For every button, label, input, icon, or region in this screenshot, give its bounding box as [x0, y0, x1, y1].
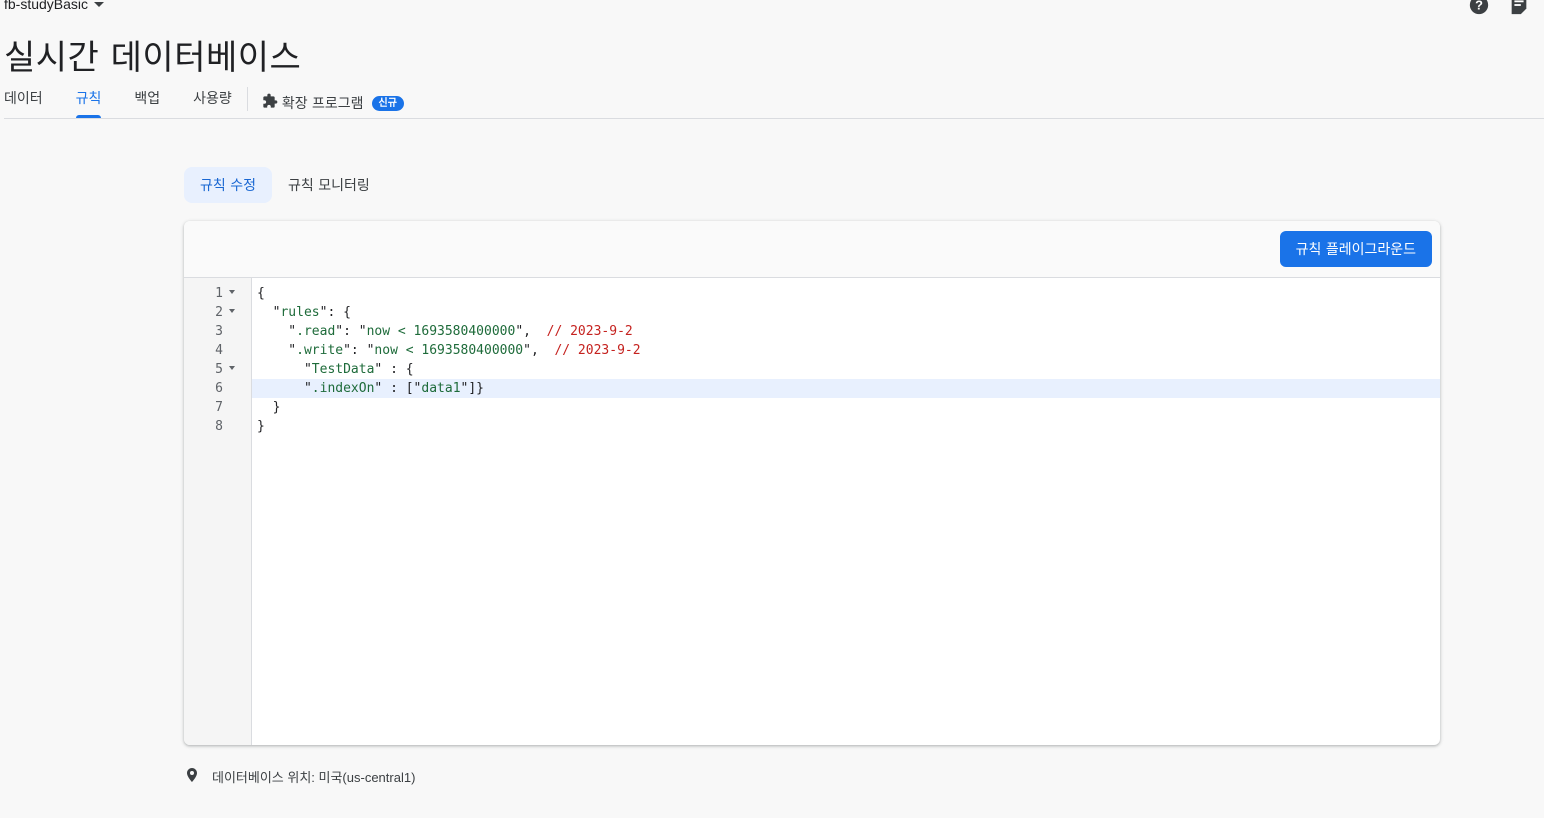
- database-location: 데이터베이스 위치: 미국(us-central1): [186, 767, 415, 786]
- tab-extensions[interactable]: 확장 프로그램 신규: [262, 80, 404, 118]
- line-number: 6: [215, 381, 223, 396]
- code-text-area[interactable]: { " rules ": { " .read ": " now < 16935804000…: [252, 278, 1440, 745]
- project-name: fb-studyBasic: [4, 0, 89, 12]
- svg-text:?: ?: [1475, 0, 1483, 13]
- code-line[interactable]: " .indexOn " : [" data1 "]}: [252, 379, 1440, 398]
- chevron-down-icon: [94, 1, 105, 7]
- line-number: 4: [215, 343, 223, 358]
- extension-icon: [262, 93, 278, 113]
- editor-toolbar: 규칙 플레이그라운드: [184, 221, 1440, 278]
- code-line[interactable]: " .read ": " now < 1693580400000 ", // 2023-…: [252, 322, 1440, 341]
- rules-editor-card: 규칙 플레이그라운드 1 2 3 4 5 6 7 8 { " rules ": { …: [184, 221, 1440, 745]
- fold-arrow-icon[interactable]: [229, 309, 235, 313]
- line-number: 1: [184, 284, 251, 303]
- line-number: 2: [184, 303, 251, 322]
- fold-arrow-icon[interactable]: [229, 366, 235, 370]
- subtab-edit-rules[interactable]: 규칙 수정: [184, 167, 272, 203]
- tab-backup[interactable]: 백업: [134, 80, 160, 118]
- main-tabs: 데이터 규칙 백업 사용량 확장 프로그램 신규: [4, 80, 1544, 119]
- line-number: 7: [215, 400, 223, 415]
- line-gutter: 1 2 3 4 5 6 7 8: [184, 278, 252, 745]
- code-line[interactable]: " TestData " : {: [252, 360, 1440, 379]
- page-title: 실시간 데이터베이스: [4, 38, 302, 78]
- project-switcher[interactable]: fb-studyBasic: [4, 0, 105, 12]
- fold-arrow-icon[interactable]: [229, 290, 235, 294]
- new-badge: 신규: [371, 95, 404, 111]
- code-line[interactable]: " .write ": " now < 1693580400000 ", // 2023…: [252, 341, 1440, 360]
- location-pin-icon: [186, 768, 198, 785]
- extensions-label: 확장 프로그램: [281, 96, 364, 112]
- line-number: 5: [184, 360, 251, 379]
- code-line[interactable]: " rules ": {: [252, 303, 1440, 322]
- tab-rules[interactable]: 규칙: [75, 80, 101, 118]
- code-line[interactable]: }: [252, 417, 1440, 436]
- code-line[interactable]: }: [252, 398, 1440, 417]
- rules-subtabs: 규칙 수정 규칙 모니터링: [184, 167, 386, 203]
- code-line[interactable]: {: [252, 284, 1440, 303]
- line-number: 8: [215, 419, 223, 434]
- tab-usage[interactable]: 사용량: [193, 80, 232, 118]
- tab-divider: [246, 87, 248, 111]
- code-editor[interactable]: 1 2 3 4 5 6 7 8 { " rules ": { " .read ": " n…: [184, 278, 1440, 745]
- subtab-rules-monitoring[interactable]: 규칙 모니터링: [272, 167, 386, 203]
- location-label: 데이터베이스 위치: 미국(us-central1): [212, 770, 416, 785]
- tab-data[interactable]: 데이터: [4, 80, 43, 118]
- rules-playground-button[interactable]: 규칙 플레이그라운드: [1279, 231, 1432, 267]
- line-number: 3: [215, 324, 223, 339]
- help-icon[interactable]: ?: [1468, 0, 1490, 16]
- feedback-icon[interactable]: [1508, 0, 1530, 16]
